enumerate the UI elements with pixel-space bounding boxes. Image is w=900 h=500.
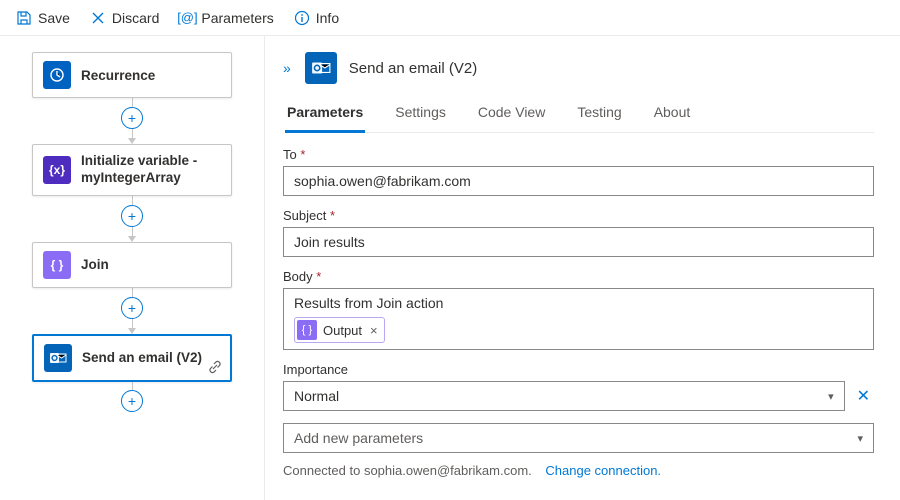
token-remove-button[interactable]: × bbox=[370, 323, 378, 338]
main: Recurrence + {x} Initialize variable - m… bbox=[0, 36, 900, 500]
toolbar: Save Discard [@] Parameters Info bbox=[0, 0, 900, 36]
clear-importance-button[interactable]: ✕ bbox=[853, 386, 874, 406]
info-icon bbox=[294, 10, 310, 26]
discard-button[interactable]: Discard bbox=[82, 6, 167, 30]
variable-icon: {x} bbox=[43, 156, 71, 184]
outlook-icon bbox=[44, 344, 72, 372]
token-label: Output bbox=[323, 323, 362, 338]
join-icon: { } bbox=[43, 251, 71, 279]
info-label: Info bbox=[316, 10, 339, 26]
importance-select[interactable]: Normal ▾ bbox=[283, 381, 845, 411]
node-join[interactable]: { } Join bbox=[32, 242, 232, 288]
to-label: To * bbox=[283, 147, 874, 162]
body-label: Body * bbox=[283, 269, 874, 284]
node-recurrence[interactable]: Recurrence bbox=[32, 52, 232, 98]
connector: + bbox=[121, 98, 143, 144]
chevron-down-icon: ▾ bbox=[857, 432, 863, 445]
to-input[interactable] bbox=[283, 166, 874, 196]
collapse-panel-button[interactable]: » bbox=[283, 60, 291, 76]
panel-title: Send an email (V2) bbox=[349, 60, 477, 77]
parameters-button[interactable]: [@] Parameters bbox=[171, 6, 281, 30]
tab-code-view[interactable]: Code View bbox=[476, 98, 547, 132]
info-button[interactable]: Info bbox=[286, 6, 347, 30]
node-label: Join bbox=[81, 257, 109, 272]
node-label: Initialize variable - myIntegerArray bbox=[81, 153, 221, 187]
body-input[interactable]: Results from Join action { } Output × bbox=[283, 288, 874, 350]
tab-testing[interactable]: Testing bbox=[575, 98, 623, 132]
tabs: Parameters Settings Code View Testing Ab… bbox=[285, 98, 874, 133]
add-step-button[interactable]: + bbox=[121, 107, 143, 129]
tab-settings[interactable]: Settings bbox=[393, 98, 448, 132]
connector: + bbox=[121, 196, 143, 242]
chevron-down-icon: ▾ bbox=[828, 390, 834, 403]
outlook-icon bbox=[305, 52, 337, 84]
node-initialize-variable[interactable]: {x} Initialize variable - myIntegerArray bbox=[32, 144, 232, 196]
add-new-parameters-label: Add new parameters bbox=[294, 430, 423, 446]
importance-label: Importance bbox=[283, 362, 874, 377]
body-text: Results from Join action bbox=[294, 295, 863, 311]
save-label: Save bbox=[38, 10, 70, 26]
add-step-button[interactable]: + bbox=[121, 205, 143, 227]
add-step-button[interactable]: + bbox=[121, 390, 143, 412]
parameters-icon: [@] bbox=[179, 10, 195, 26]
connector: + bbox=[121, 382, 143, 412]
tab-about[interactable]: About bbox=[652, 98, 693, 132]
discard-label: Discard bbox=[112, 10, 159, 26]
importance-value: Normal bbox=[294, 388, 339, 404]
save-icon bbox=[16, 10, 32, 26]
token-output[interactable]: { } Output × bbox=[294, 317, 385, 343]
connection-footer: Connected to sophia.owen@fabrikam.com. C… bbox=[283, 463, 874, 478]
node-label: Recurrence bbox=[81, 68, 155, 83]
token-icon: { } bbox=[297, 320, 317, 340]
tab-parameters[interactable]: Parameters bbox=[285, 98, 365, 133]
node-send-email[interactable]: Send an email (V2) bbox=[32, 334, 232, 382]
connector: + bbox=[121, 288, 143, 334]
workflow-canvas: Recurrence + {x} Initialize variable - m… bbox=[0, 36, 265, 500]
clock-icon bbox=[43, 61, 71, 89]
save-button[interactable]: Save bbox=[8, 6, 78, 30]
subject-input[interactable] bbox=[283, 227, 874, 257]
subject-label: Subject * bbox=[283, 208, 874, 223]
details-panel: » Send an email (V2) Parameters Settings… bbox=[265, 36, 900, 500]
add-step-button[interactable]: + bbox=[121, 297, 143, 319]
close-icon bbox=[90, 10, 106, 26]
connection-icon bbox=[208, 360, 222, 374]
parameters-label: Parameters bbox=[201, 10, 273, 26]
add-new-parameters-select[interactable]: Add new parameters ▾ bbox=[283, 423, 874, 453]
change-connection-link[interactable]: Change connection. bbox=[545, 463, 661, 478]
node-label: Send an email (V2) bbox=[82, 350, 202, 365]
